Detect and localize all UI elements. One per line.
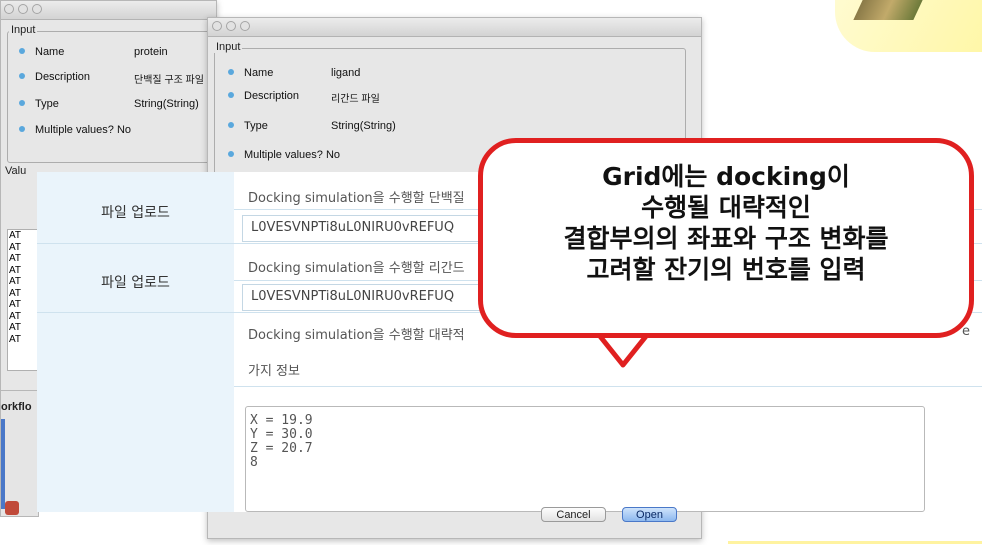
field-label: Type — [35, 98, 59, 110]
field-description-value: 리간드 파일 — [331, 94, 380, 105]
grid-info-textarea[interactable]: X = 19.9 Y = 30.0 Z = 20.7 8 — [245, 406, 925, 512]
window-titlebar — [208, 18, 701, 37]
field-name-value: ligand — [331, 67, 361, 79]
field-label: Multiple values? — [35, 124, 114, 136]
values-list[interactable]: AT AT AT AT AT AT AT AT AT AT — [7, 229, 39, 371]
zoom-window-button[interactable] — [240, 21, 250, 31]
protein-upload-description: Docking simulation을 수행할 단백질 — [248, 191, 465, 206]
field-description-row: Description — [228, 90, 299, 102]
list-item[interactable]: AT — [9, 288, 38, 300]
list-item[interactable]: AT — [9, 322, 38, 334]
field-label: Description — [35, 71, 91, 83]
field-name-row: Name — [19, 46, 64, 58]
field-multiple-value: No — [116, 124, 131, 136]
field-type-row: Type — [19, 98, 59, 110]
callout-text: Grid에는 docking이 수행될 대략적인 결합부의의 좌표와 구조 변화… — [483, 161, 969, 285]
list-item[interactable]: AT — [9, 265, 38, 277]
bullet-icon — [228, 69, 234, 75]
values-group-label: Valu — [3, 165, 29, 177]
list-item[interactable]: AT — [9, 230, 38, 242]
field-name-row: Name — [228, 67, 273, 79]
field-description-row: Description — [19, 71, 90, 83]
input-group-label: Input — [9, 24, 38, 36]
decorative-photo-strip — [853, 0, 923, 20]
field-description-value: 단백질 구조 파일 — [134, 75, 204, 86]
field-type-row: Type — [228, 120, 268, 132]
zoom-window-button[interactable] — [32, 4, 42, 14]
bullet-icon — [228, 92, 234, 98]
list-item[interactable]: AT — [9, 334, 38, 346]
grid-description-line2: 가지 정보 — [248, 364, 300, 379]
minimize-window-button[interactable] — [226, 21, 236, 31]
bullet-icon — [19, 126, 25, 132]
field-label: Description — [244, 90, 300, 102]
input-group-label: Input — [214, 41, 243, 53]
protein-upload-label: 파일 업로드 — [101, 205, 170, 221]
bullet-icon — [19, 100, 25, 106]
list-item[interactable]: AT — [9, 299, 38, 311]
form-label-column — [37, 172, 234, 512]
list-item[interactable]: AT — [9, 311, 38, 323]
field-label: Multiple values? — [244, 149, 323, 161]
field-name-value: protein — [134, 46, 168, 58]
decorative-bottom-line — [728, 541, 982, 544]
list-item[interactable]: AT — [9, 242, 38, 254]
list-item[interactable]: AT — [9, 276, 38, 288]
field-type-value: String(String) — [134, 98, 199, 110]
field-label: Name — [244, 67, 274, 79]
callout-line-3: 결합부의의 좌표와 구조 변화를 — [563, 224, 889, 253]
open-button[interactable]: Open — [622, 507, 677, 522]
field-label: Type — [244, 120, 268, 132]
bullet-icon — [19, 48, 25, 54]
bullet-icon — [228, 151, 234, 157]
workflow-title-fragment: orkflo — [1, 401, 32, 413]
close-window-button[interactable] — [4, 4, 14, 14]
close-window-button[interactable] — [212, 21, 222, 31]
workflow-icon — [5, 501, 19, 515]
field-multiple-row: Multiple values? No — [19, 124, 131, 136]
workflow-selection-bar — [1, 419, 5, 509]
field-label: Name — [35, 46, 65, 58]
protein-file-input[interactable]: L0VESVNPTi8uL0NIRU0vREFUQ — [242, 215, 492, 242]
ligand-upload-description: Docking simulation을 수행할 리간드 — [248, 261, 465, 276]
workflow-window-fragment: orkflo — [0, 390, 39, 517]
bullet-icon — [228, 122, 234, 128]
callout-line-2: 수행될 대략적인 — [641, 193, 811, 222]
callout-bubble: Grid에는 docking이 수행될 대략적인 결합부의의 좌표와 구조 변화… — [478, 138, 974, 338]
row-divider — [234, 386, 982, 387]
ligand-upload-label: 파일 업로드 — [101, 275, 170, 291]
field-multiple-row: Multiple values? No — [228, 149, 340, 161]
values-list-items: AT AT AT AT AT AT AT AT AT AT — [8, 230, 38, 345]
list-item[interactable]: AT — [9, 253, 38, 265]
grid-description-line1: Docking simulation을 수행할 대략적 — [248, 328, 465, 343]
minimize-window-button[interactable] — [18, 4, 28, 14]
callout-line-1: Grid에는 docking이 — [602, 162, 850, 191]
field-multiple-value: No — [325, 149, 340, 161]
cancel-button[interactable]: Cancel — [541, 507, 606, 522]
window-titlebar — [1, 1, 216, 20]
ligand-file-input[interactable]: L0VESVNPTi8uL0NIRU0vREFUQ — [242, 284, 492, 311]
field-type-value: String(String) — [331, 120, 396, 132]
bullet-icon — [19, 73, 25, 79]
callout-line-4: 고려할 잔기의 번호를 입력 — [586, 255, 866, 284]
